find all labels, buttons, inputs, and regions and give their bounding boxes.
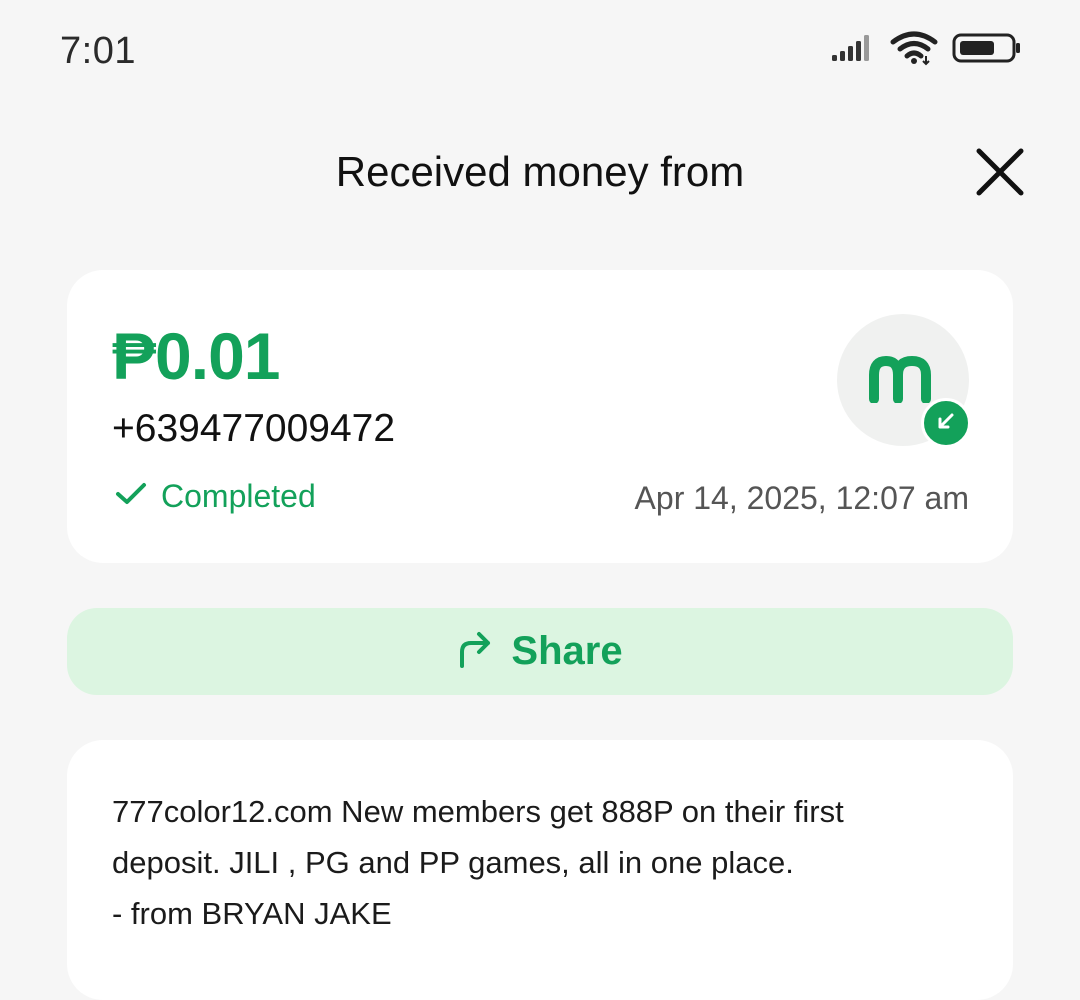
- battery-icon: [952, 32, 1022, 69]
- transaction-amount: ₱0.01: [112, 319, 280, 393]
- close-button[interactable]: [968, 142, 1032, 206]
- share-label: Share: [511, 629, 623, 673]
- wifi-icon: [890, 30, 938, 71]
- status-label: Completed: [161, 478, 316, 514]
- transaction-status: Completed: [115, 478, 316, 515]
- sender-phone-number: +639477009472: [112, 407, 396, 450]
- transaction-datetime: Apr 14, 2025, 12:07 am: [634, 480, 969, 516]
- status-bar: 7:01: [0, 0, 1080, 100]
- maya-logo-icon: [868, 353, 938, 408]
- share-button[interactable]: Share: [67, 608, 1013, 695]
- arrow-down-left-icon: [935, 410, 957, 437]
- checkmark-icon: [115, 481, 147, 512]
- share-arrow-icon: [457, 630, 493, 673]
- transaction-summary-card: ₱0.01 +639477009472 Completed Apr 14, 20…: [67, 270, 1013, 563]
- header: Received money from: [0, 120, 1080, 230]
- page-title: Received money from: [335, 148, 745, 195]
- status-time: 7:01: [60, 30, 136, 72]
- received-badge: [921, 398, 971, 448]
- message-text: 777color12.com New members get 888P on t…: [112, 794, 844, 931]
- avatar: [837, 314, 971, 448]
- close-icon[interactable]: [974, 146, 1026, 203]
- status-icons: [830, 30, 1022, 71]
- message-card: 777color12.com New members get 888P on t…: [67, 740, 1013, 1000]
- signal-icon: [830, 33, 876, 68]
